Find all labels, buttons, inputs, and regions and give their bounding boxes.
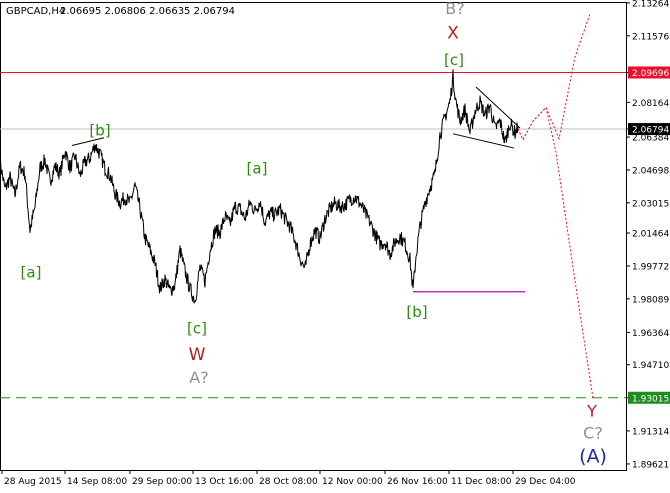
- x-tick-label-8: 29 Dec 04:00: [515, 477, 576, 487]
- y-tick-label-12: 1.94710: [632, 361, 669, 371]
- x-tick-label-0: 28 Aug 2015: [4, 477, 62, 487]
- price-chart[interactable]: GBPCAD,H4 2.06695 2.06806 2.06635 2.0679…: [0, 0, 670, 493]
- wave-label-4: W: [189, 345, 206, 365]
- y-tick-label-8: 2.01464: [632, 229, 669, 239]
- wave-label-2: [a]: [247, 159, 268, 177]
- wave-label-6: [b]: [406, 303, 427, 321]
- forecast-path-down: [517, 106, 594, 399]
- y-tick-label-11: 1.96364: [632, 329, 669, 339]
- y-tick-label-3: 2.08164: [632, 99, 669, 109]
- y-tick-label-14: 1.91314: [632, 427, 669, 437]
- y-tick-label-13: 1.93015: [632, 394, 669, 404]
- wave-label-8: X: [447, 23, 459, 43]
- y-tick-label-1: 2.11576: [632, 32, 669, 42]
- wave-label-7: [c]: [444, 51, 464, 69]
- chart-header: GBPCAD,H4: [6, 6, 65, 17]
- wave-label-0: [b]: [89, 121, 110, 139]
- forecast-path-up: [517, 13, 591, 141]
- x-tick-label-7: 11 Dec 08:00: [451, 477, 512, 487]
- x-tick-label-1: 14 Sep 08:00: [67, 477, 127, 487]
- wave-label-9: B?: [445, 0, 464, 18]
- y-tick-label-6: 2.04698: [632, 166, 669, 176]
- wave-label-3: [c]: [187, 320, 207, 338]
- x-tick-label-6: 26 Nov 16:00: [387, 477, 448, 487]
- y-tick-label-15: 1.89621: [632, 460, 669, 470]
- y-tick-label-9: 1.99772: [632, 262, 669, 272]
- wave-label-12: (A): [579, 445, 607, 467]
- x-tick-label-2: 29 Sep 00:00: [132, 477, 192, 487]
- y-tick-label-5: 2.06384: [632, 134, 669, 144]
- x-tick-label-4: 28 Oct 08:00: [259, 477, 318, 487]
- wave-label-5: A?: [189, 368, 208, 387]
- y-tick-label-7: 2.03015: [632, 199, 669, 209]
- wave-label-1: [a]: [21, 264, 42, 282]
- y-tick-label-10: 1.98089: [632, 295, 669, 305]
- chart-ohlc: 2.06695 2.06806 2.06635 2.06794: [60, 6, 235, 17]
- price-series-line: [0, 69, 519, 304]
- x-tick-label-3: 13 Oct 16:00: [195, 477, 254, 487]
- wave-label-11: C?: [583, 423, 603, 442]
- y-tick-label-2: 2.09696: [632, 69, 669, 79]
- y-tick-label-0: 2.13264: [632, 0, 669, 9]
- wave-label-10: Y: [586, 401, 597, 420]
- x-tick-label-5: 12 Nov 00:00: [322, 477, 383, 487]
